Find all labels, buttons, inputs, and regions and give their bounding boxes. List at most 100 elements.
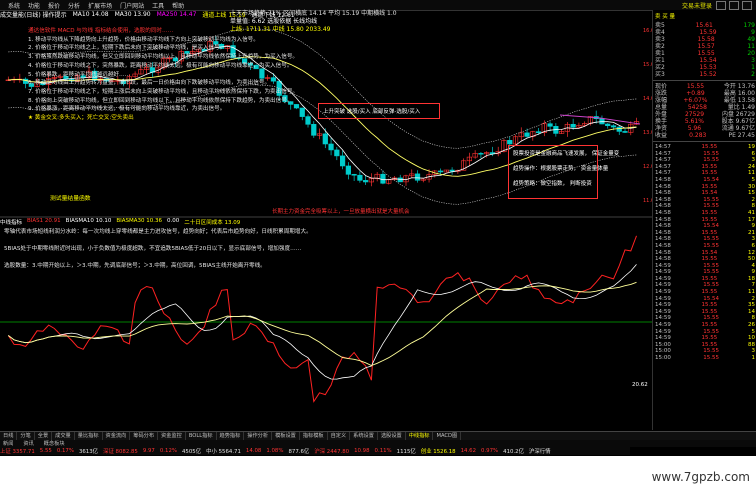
tab-16[interactable]: 中线指标 [406,432,434,440]
tick-time: 14:59 [655,315,671,322]
menu-item-analysis[interactable]: 分析 [68,1,80,10]
indicator-header: 中线指标 BIAS1 20.91 BIASMA10 10.10 BIASMA30… [0,218,650,226]
tick-list[interactable]: 14:57 15.55 19 14:57 15.55 6 14:57 15.55 3 14:57 1… [653,144,756,362]
stat-value: +6.07% [683,97,708,104]
tab-9[interactable]: 趋势指标 [217,432,245,440]
tick-row: 14:58 15.55 17 [653,217,756,224]
ma10-value: MA10 14.08 [72,11,109,18]
tab-13[interactable]: 自定义 [328,432,351,440]
biasma30-value: BIASMA30 10.36 [116,218,162,224]
tick-row: 14:59 15.55 8 [653,315,756,322]
tick-row: 14:57 15.55 3 [653,157,756,164]
candle-body [507,140,513,145]
status-item: 沪深 2447.80 [314,449,350,455]
tab-6[interactable]: 筹码分布 [130,432,159,440]
order-book-volume: 49 [747,36,755,43]
order-book-volume: 9 [751,29,755,36]
tick-price: 15.55 [701,322,718,329]
indicator-note: 零轴代表市场短线利润分水岭：每一次均线上穿零线都是主力进攻信号，趋势向好；代表后… [4,229,312,235]
tick-price: 15.55 [701,275,718,282]
menu-item-help[interactable]: 帮助 [172,1,184,10]
order-book-price: 15.58 [697,36,715,43]
order-book-label: 卖5 [655,22,665,29]
stock-stats: 现价 15.55 今开 13.76 涨跌 +0.89 最高 16.00 涨幅 +6.07% 最低… [653,83,756,139]
order-book-row[interactable]: 买1 15.54 3 [653,57,756,64]
tick-time: 15:00 [655,355,671,361]
tab-5[interactable]: 资金流向 [103,432,131,440]
tick-time: 14:58 [655,183,671,190]
tab-7[interactable]: 资金监控 [158,432,186,440]
order-book-row[interactable]: 卖1 15.55 20 [653,50,756,57]
order-book-row[interactable]: 卖4 15.59 9 [653,29,756,36]
menu-item-system[interactable]: 系统 [8,1,20,10]
stat-label: 收益 [655,132,668,139]
price-axis-label: 13.00 [643,130,652,136]
indicator-name[interactable]: 中线指标 [0,218,22,226]
tick-row: 14:58 15.55 41 [653,210,756,217]
candle-body [478,153,484,155]
info-tab-2[interactable]: 概念板块 [41,440,68,447]
status-item: 5.55 [39,448,52,454]
tick-row: 14:59 15.55 4 [653,263,756,270]
menu-item-tools[interactable]: 工具 [152,1,164,10]
order-book-row[interactable]: 买2 15.53 1 [653,64,756,71]
strategy-note: 1. 移动平均线从下降趋势向上升趋势，价格由移动平均线下方向上突破移动平均线为入… [28,36,259,43]
tab-17[interactable]: MACD图 [433,432,462,440]
info-tab-1[interactable]: 资讯 [20,440,36,447]
zero-value: 0.00 [166,218,180,224]
tick-volume: 18 [747,275,755,282]
candle-body [357,174,363,181]
menu-item-ext-market[interactable]: 扩展市场 [88,1,112,10]
menu-item-portal[interactable]: 门户网站 [120,1,144,10]
tick-row: 14:58 15.55 2 [653,197,756,204]
order-book-row[interactable]: 卖2 15.57 11 [653,43,756,50]
tab-12[interactable]: 指标模板 [300,432,328,440]
tick-volume: 3 [751,157,755,164]
tick-price: 15.55 [703,269,720,276]
candle-body [345,165,351,175]
order-book-row[interactable]: 卖3 15.58 49 [653,36,756,43]
tick-volume: 3 [751,236,755,243]
tab-15[interactable]: 选股设置 [378,432,406,440]
tab-10[interactable]: 操作分析 [244,432,273,440]
tab-3[interactable]: 成交量 [52,432,75,440]
tick-time: 14:59 [655,295,671,302]
tab-14[interactable]: 系统设置 [350,432,378,440]
tab-0[interactable]: 日线 [0,432,18,440]
tick-row: 14:57 15.55 6 [653,151,756,158]
tick-row: 14:59 15.54 2 [653,296,756,303]
tab-11[interactable]: 模板设置 [272,432,300,440]
ma250-value: MA250 14.47 [156,11,197,18]
tick-time: 14:59 [655,289,671,296]
tab-2[interactable]: 全景 [35,432,53,440]
info-tab-0[interactable]: 新闻 [0,440,16,447]
strategy-note: 6. 移动平均线由上升趋势转为盘整，或下跌，最后一日价格由向下跌破移动平均线，为… [28,80,271,87]
tick-volume: 21 [747,229,755,236]
minimize-icon[interactable] [716,0,726,10]
candle-body [524,132,530,137]
tick-time: 15:00 [655,348,671,355]
tab-1[interactable]: 分笔 [17,432,35,440]
tick-volume: 14 [747,308,755,315]
order-book-volume: 2 [751,71,755,78]
price-axis: 16.00 15.00 14.00 13.00 12.00 11.00 [643,28,652,204]
strategy-note: 通达信软件 MACD 与均线 指标结合使用，选股的同时…… [28,28,174,34]
menu-item-quote[interactable]: 报价 [48,1,60,10]
tab-4[interactable]: 量比指标 [75,432,103,440]
strategy-line: 趋势策略：做空指数， 判断投资 [513,181,592,187]
order-book-row[interactable]: 卖5 15.61 179 [653,22,756,29]
order-book-volume: 11 [747,43,755,50]
tick-volume: 11 [747,170,755,177]
maximize-icon[interactable] [729,0,739,10]
menu-item-function[interactable]: 功能 [28,1,40,10]
tick-volume: 17 [747,216,755,223]
trade-login-status[interactable]: 交易未登录 [682,1,712,10]
close-icon[interactable] [742,0,752,10]
tick-volume: 50 [747,256,755,263]
tick-row: 14:59 15.55 14 [653,309,756,316]
tick-row: 14:59 15.55 5 [653,329,756,336]
tab-8[interactable]: BOLL指标 [186,432,217,440]
tick-price: 15.55 [701,289,718,296]
order-book-row[interactable]: 买3 15.52 2 [653,71,756,78]
order-book-label: 买1 [655,57,665,64]
